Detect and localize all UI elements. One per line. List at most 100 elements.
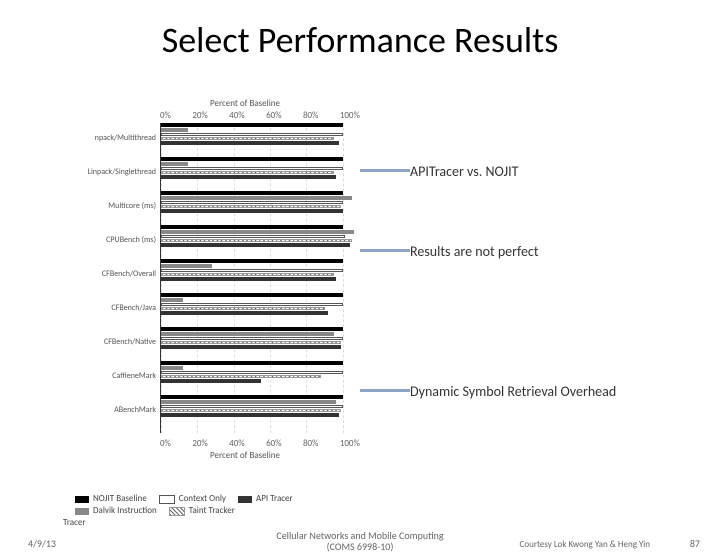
callout-text: Dynamic Symbol Retrieval Overhead — [410, 383, 616, 400]
category-label: CPUBench (ms) — [71, 235, 156, 245]
bar-dalvik — [161, 128, 188, 132]
bar-taint — [161, 307, 325, 310]
footer-courtesy: Courtesy Lok Kwong Yan & Heng Yin — [520, 539, 650, 550]
bar-context — [161, 167, 343, 170]
x-axis-top: 0%20%40%60%80%100% — [160, 110, 360, 121]
category-label: CFBench/Native — [71, 337, 156, 347]
bar-taint — [161, 205, 341, 208]
bar-taint — [161, 273, 334, 276]
legend-extra: Tracer — [63, 517, 293, 529]
legend-label: Context Only — [179, 493, 226, 505]
bar-context — [161, 337, 343, 340]
bar-taint — [161, 137, 334, 140]
swatch-icon — [75, 508, 89, 515]
swatch-icon — [75, 496, 89, 503]
bar-nojit — [161, 123, 343, 127]
bar-context — [161, 303, 343, 306]
bar-nojit — [161, 327, 343, 331]
callout-text: Results are not perfect — [410, 243, 539, 260]
bar-dalvik — [161, 162, 188, 166]
bar-dalvik — [161, 264, 212, 268]
bar-context — [161, 405, 343, 408]
category-label: npack/Multithread — [71, 133, 156, 143]
category-label: Multicore (ms) — [71, 201, 156, 211]
bar-api — [161, 141, 339, 145]
legend-label: Taint Tracker — [189, 505, 235, 517]
category-label: CFBench/Overall — [71, 269, 156, 279]
bar-nojit — [161, 395, 343, 399]
legend-label: NOJIT Baseline — [93, 493, 147, 505]
legend-item: Context Only — [159, 493, 226, 505]
bar-group: CFBench/Java — [161, 293, 361, 323]
bar-group: CFBench/Native — [161, 327, 361, 357]
bar-api — [161, 243, 350, 247]
bar-context — [161, 371, 343, 374]
bar-api — [161, 175, 336, 179]
bar-context — [161, 269, 343, 272]
footer-date: 4/9/13 — [28, 537, 56, 550]
bar-group: npack/Multithread — [161, 123, 361, 153]
bar-context — [161, 235, 345, 238]
bar-taint — [161, 171, 334, 174]
bar-api — [161, 311, 328, 315]
bar-nojit — [161, 259, 343, 263]
bar-api — [161, 413, 339, 417]
bar-context — [161, 133, 343, 136]
footer-center: Cellular Networks and Mobile Computing (… — [240, 530, 480, 552]
bar-group: ABenchMark — [161, 395, 361, 425]
legend-item: NOJIT Baseline — [75, 493, 147, 505]
swatch-icon — [169, 507, 185, 516]
callout-notperfect: Results are not perfect — [410, 243, 539, 260]
callout-overhead: Dynamic Symbol Retrieval Overhead — [410, 383, 620, 400]
bar-api — [161, 209, 343, 213]
callout-line-icon — [360, 169, 410, 172]
bar-context — [161, 201, 343, 204]
bar-dalvik — [161, 196, 352, 200]
footer-line2: (COMS 6998-10) — [327, 540, 394, 553]
bar-dalvik — [161, 298, 183, 302]
bar-taint — [161, 409, 341, 412]
bar-nojit — [161, 225, 343, 229]
bar-api — [161, 379, 261, 383]
x-axis-label-top: Percent of Baseline — [210, 98, 280, 109]
swatch-icon — [159, 495, 175, 504]
legend-item: Taint Tracker — [169, 505, 235, 517]
page-title: Select Performance Results — [0, 18, 720, 62]
bar-dalvik — [161, 332, 334, 336]
bar-taint — [161, 341, 341, 344]
bar-dalvik — [161, 366, 183, 370]
x-axis-label-bottom: Percent of Baseline — [210, 450, 280, 461]
legend-item: API Tracer — [238, 493, 293, 505]
callout-text: APITracer vs. NOJIT — [410, 163, 518, 180]
legend: NOJIT Baseline Context Only API Tracer D… — [75, 493, 293, 529]
legend-item: Dalvik Instruction — [75, 505, 157, 517]
bar-group: Linpack/Singlethread — [161, 157, 361, 187]
category-label: CFBench/Java — [71, 303, 156, 313]
legend-label: Dalvik Instruction — [93, 505, 157, 517]
bar-nojit — [161, 361, 343, 365]
callout-apitracer: APITracer vs. NOJIT — [410, 163, 518, 180]
bar-taint — [161, 239, 352, 242]
bar-group: CFBench/Overall — [161, 259, 361, 289]
bar-taint — [161, 375, 321, 378]
callout-line-icon — [360, 249, 410, 252]
bar-nojit — [161, 293, 343, 297]
chart: Percent of Baseline 0%20%40%60%80%100% n… — [70, 98, 380, 478]
callout-line-icon — [360, 389, 410, 392]
bar-group: CPUBench (ms) — [161, 225, 361, 255]
category-label: Linpack/Singlethread — [71, 167, 156, 177]
bar-nojit — [161, 191, 343, 195]
x-axis-bottom: 0%20%40%60%80%100% — [160, 438, 360, 449]
bar-dalvik — [161, 400, 336, 404]
plot-area: npack/MultithreadLinpack/SinglethreadMul… — [160, 123, 361, 433]
bar-api — [161, 277, 336, 281]
legend-label: API Tracer — [256, 493, 293, 505]
swatch-icon — [238, 496, 252, 503]
category-label: ABenchMark — [71, 405, 156, 415]
bar-api — [161, 345, 341, 349]
bar-nojit — [161, 157, 343, 161]
bar-dalvik — [161, 230, 354, 234]
bar-group: CaffieneMark — [161, 361, 361, 391]
category-label: CaffieneMark — [71, 371, 156, 381]
footer-page-number: 87 — [690, 537, 700, 550]
